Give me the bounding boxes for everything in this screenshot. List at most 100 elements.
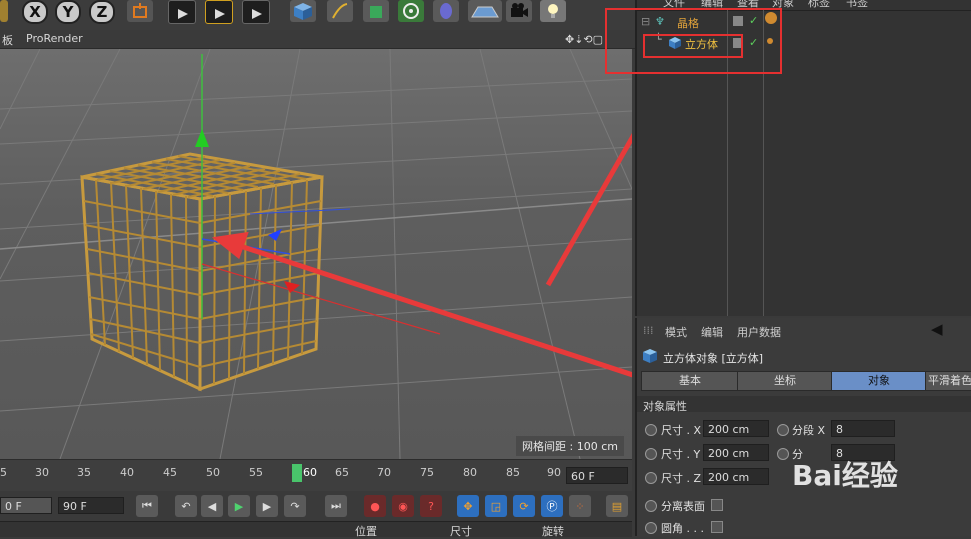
section-title: 对象属性	[643, 400, 687, 413]
tick-label: 55	[249, 466, 263, 479]
coordinates-manager-header: 位置 尺寸 旋转	[0, 521, 632, 538]
go-to-end-button[interactable]: ⏭	[325, 495, 347, 517]
grid-spacing-label: 网格间距 : 100 cm	[516, 436, 624, 456]
cube-object-button[interactable]	[290, 0, 316, 22]
play-button[interactable]: ▶	[228, 495, 250, 517]
point-level-button[interactable]: ⁘	[569, 495, 591, 517]
tick-label: 70	[377, 466, 391, 479]
p-icon: Ⓟ	[546, 500, 558, 513]
3d-viewport[interactable]: 网格间距 : 100 cm	[0, 49, 632, 459]
om-menu-tags[interactable]: 标签	[808, 0, 830, 10]
previous-key-button[interactable]: ↶	[175, 495, 197, 517]
current-frame-field[interactable]: 60 F	[566, 467, 628, 484]
tick-label: 85	[506, 466, 520, 479]
timeline-ruler[interactable]: 5 30 35 40 45 50 55 60 65 70 75 80 85 90…	[0, 459, 632, 492]
back-arrow-icon[interactable]: ◀	[931, 320, 943, 338]
tab-coordinates[interactable]: 坐标	[737, 371, 833, 391]
animate-radio[interactable]	[645, 448, 657, 460]
segments-x-field[interactable]: 8	[831, 420, 895, 437]
om-menu-bookmarks[interactable]: 书签	[846, 0, 868, 10]
cube-icon	[643, 349, 657, 363]
tick-label-current: 60	[303, 466, 317, 479]
autokey-icon: ◉	[398, 499, 408, 513]
start-frame-field[interactable]: 0 F	[0, 497, 52, 514]
film-button[interactable]: ▤	[606, 495, 628, 517]
attribute-manager: ⁞⁞⁞ 模式 编辑 用户数据 ◀ 立方体对象 [立方体] 基本 坐标 对象 平滑…	[635, 318, 971, 536]
attr-menu-userdata[interactable]: 用户数据	[737, 324, 781, 340]
record-button[interactable]: ●	[364, 495, 386, 517]
tab-object[interactable]: 对象	[831, 371, 927, 391]
attr-menu-mode[interactable]: 模式	[665, 324, 687, 340]
attribute-title: 立方体对象 [立方体]	[663, 352, 764, 365]
animate-radio[interactable]	[645, 522, 657, 534]
animate-radio[interactable]	[777, 424, 789, 436]
main-toolbar: X Y Z	[0, 0, 635, 31]
rotate-icon: ⟳	[519, 499, 529, 513]
nurbs-button[interactable]	[363, 0, 389, 22]
flower-icon	[403, 3, 419, 19]
separate-surfaces-label: 分离表面	[661, 500, 705, 513]
grip-icon: ⁞⁞⁞	[643, 324, 654, 337]
parameter-button[interactable]: Ⓟ	[541, 495, 563, 517]
attr-menu-edit[interactable]: 编辑	[701, 324, 723, 340]
transport-bar: 0 F 90 F ⏮ ↶ ◀ ▶ ▶ ↷ ⏭ ● ◉ ? ✥ ◲ ⟳ Ⓟ ⁘ ▤	[0, 491, 632, 521]
next-key-button[interactable]: ↷	[284, 495, 306, 517]
fillet-label: 圆角 . . .	[661, 522, 704, 535]
tab-basic[interactable]: 基本	[641, 371, 739, 391]
size-z-field[interactable]: 200 cm	[703, 468, 769, 485]
render-picture-viewer-button[interactable]	[205, 0, 233, 24]
render-settings-button[interactable]	[242, 0, 270, 24]
tick-label: 45	[163, 466, 177, 479]
y-axis-lock-button[interactable]: Y	[55, 0, 81, 24]
floor-button[interactable]	[468, 0, 502, 22]
floor-grid	[0, 49, 632, 459]
light-button[interactable]	[540, 0, 566, 22]
deformer-button[interactable]	[433, 0, 459, 22]
annotation-highlight-box	[643, 34, 743, 58]
coord-position-label: 位置	[355, 525, 377, 538]
viewport-menubar: 板 ProRender ✥⇣⟲▢	[0, 30, 635, 49]
skip-end-icon: ⏭	[331, 499, 341, 512]
fillet-checkbox[interactable]	[711, 521, 723, 533]
autokey-button[interactable]: ◉	[392, 495, 414, 517]
coordinate-system-button[interactable]	[127, 0, 153, 22]
x-axis-handle[interactable]	[284, 281, 300, 293]
coord-rotation-label: 旋转	[542, 525, 564, 538]
next-key-icon: ↷	[290, 499, 300, 513]
render-view-button[interactable]	[168, 0, 196, 24]
animate-radio[interactable]	[777, 448, 789, 460]
tab-phong[interactable]: 平滑着色	[925, 371, 971, 391]
previous-frame-button[interactable]: ◀	[201, 495, 223, 517]
size-y-field[interactable]: 200 cm	[703, 444, 769, 461]
next-frame-button[interactable]: ▶	[256, 495, 278, 517]
play-icon: ▶	[234, 499, 244, 513]
size-x-field[interactable]: 200 cm	[703, 420, 769, 437]
y-axis-handle[interactable]	[195, 129, 209, 147]
animate-radio[interactable]	[645, 472, 657, 484]
nurbs-icon	[370, 6, 382, 18]
scale-tool-button[interactable]: ◲	[485, 495, 507, 517]
move-tool-button[interactable]: ✥	[457, 495, 479, 517]
toolbar-edge	[0, 0, 8, 22]
array-button[interactable]	[398, 0, 424, 22]
rotate-tool-button[interactable]: ⟳	[513, 495, 535, 517]
scale-icon: ◲	[490, 499, 502, 513]
pen-spline-button[interactable]	[327, 0, 353, 22]
tick-label: 35	[77, 466, 91, 479]
x-axis-lock-button[interactable]: X	[22, 0, 48, 24]
camera-button[interactable]	[506, 0, 532, 22]
animate-radio[interactable]	[645, 500, 657, 512]
viewport-menu-panel[interactable]: 板	[2, 32, 13, 48]
z-axis-lock-button[interactable]: Z	[89, 0, 115, 24]
end-frame-field[interactable]: 90 F	[58, 497, 124, 514]
viewport-menu-prorender[interactable]: ProRender	[26, 32, 83, 45]
size-x-label: 尺寸 . X	[661, 424, 702, 437]
record-icon: ●	[370, 499, 380, 513]
go-to-start-button[interactable]: ⏮	[136, 495, 158, 517]
prev-key-icon: ↶	[181, 499, 191, 513]
clapboard-icon	[252, 9, 262, 19]
animate-radio[interactable]	[645, 424, 657, 436]
keyframe-help-button[interactable]: ?	[420, 495, 442, 517]
bulb-icon	[548, 4, 558, 18]
separate-surfaces-checkbox[interactable]	[711, 499, 723, 511]
